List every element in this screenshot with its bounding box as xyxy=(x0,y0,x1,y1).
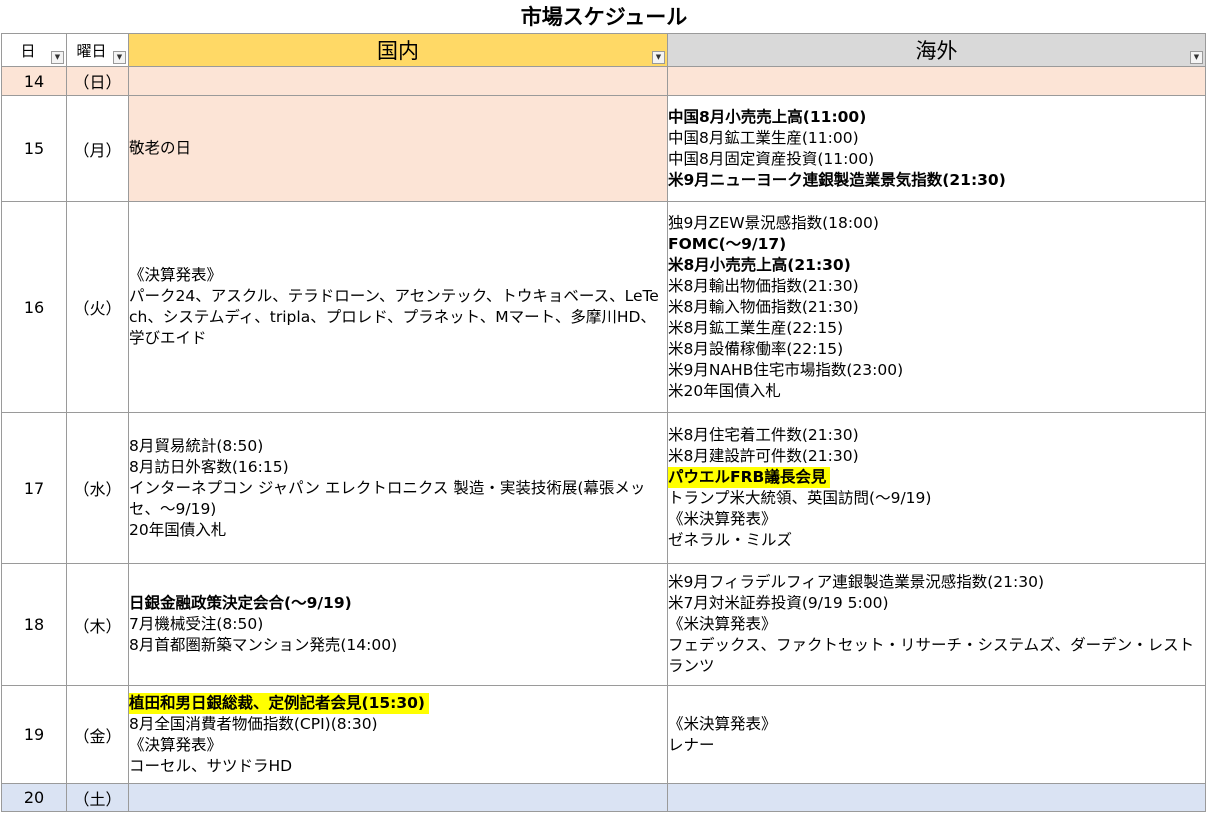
header-day-label: 日 xyxy=(20,41,36,60)
day-cell: 14 xyxy=(1,66,67,96)
event-line-important: FOMC(～9/17) xyxy=(668,234,787,253)
domestic-cell xyxy=(128,783,668,812)
header-weekday: 曜日 ▼ xyxy=(66,33,129,67)
event-line: 米8月輸入物価指数(21:30) xyxy=(668,297,859,316)
table-row: 14 （日） xyxy=(1,66,1206,96)
event-line: 8月貿易統計(8:50) xyxy=(129,436,264,455)
event-line-important: 中国8月小売売上高(11:00) xyxy=(668,107,867,126)
event-line: トランプ米大統領、英国訪問(～9/19) xyxy=(668,489,932,507)
event-line: 独9月ZEW景況感指数(18:00) xyxy=(668,213,879,232)
filter-dropdown-icon[interactable]: ▼ xyxy=(652,51,665,64)
event-line: フェデックス、ファクトセット・リサーチ・システムズ、ダーデン・レストランツ xyxy=(668,636,1195,675)
domestic-cell: 《決算発表》 パーク24、アスクル、テラドローン、アセンテック、トウキョベース、… xyxy=(128,201,668,413)
event-line: ゼネラル・ミルズ xyxy=(668,531,793,549)
event-line: コーセル、サツドラHD xyxy=(129,756,293,775)
event-line: 米8月設備稼働率(22:15) xyxy=(668,339,844,358)
header-row: 日 ▼ 曜日 ▼ 国内 ▼ 海外 ▼ xyxy=(1,33,1206,67)
overseas-cell: 米8月住宅着工件数(21:30) 米8月建設許可件数(21:30) パウエルFR… xyxy=(667,412,1206,564)
domestic-cell: 敬老の日 xyxy=(128,95,668,202)
event-line: 米7月対米証券投資(9/19 5:00) xyxy=(668,594,889,612)
event-line: 敬老の日 xyxy=(129,139,192,157)
day-cell: 17 xyxy=(1,412,67,564)
event-line: 8月首都圏新築マンション発売(14:00) xyxy=(129,636,398,654)
overseas-cell: 中国8月小売売上高(11:00) 中国8月鉱工業生産(11:00) 中国8月固定… xyxy=(667,95,1206,202)
event-line-important: 米8月小売売上高(21:30) xyxy=(668,255,851,274)
table-row: 20 （土） xyxy=(1,783,1206,812)
event-line: レナー xyxy=(668,735,715,754)
domestic-cell: 8月貿易統計(8:50) 8月訪日外客数(16:15) インターネプコン ジャパ… xyxy=(128,412,668,564)
event-line: 8月全国消費者物価指数(CPI)(8:30) xyxy=(129,714,378,733)
overseas-cell: 独9月ZEW景況感指数(18:00) FOMC(～9/17) 米8月小売売上高(… xyxy=(667,201,1206,413)
event-line: 米9月NAHB住宅市場指数(23:00) xyxy=(668,360,904,379)
weekday-cell: （月） xyxy=(66,95,129,202)
schedule-table: 日 ▼ 曜日 ▼ 国内 ▼ 海外 ▼ 14 （日） 15 （月） 敬老の日 中国… xyxy=(1,33,1206,812)
weekday-cell: （火） xyxy=(66,201,129,413)
event-line: 米8月住宅着工件数(21:30) xyxy=(668,426,859,444)
event-line: 米8月建設許可件数(21:30) xyxy=(668,447,859,465)
overseas-cell: 《米決算発表》 レナー xyxy=(667,685,1206,784)
filter-dropdown-icon[interactable]: ▼ xyxy=(113,51,126,64)
event-line-highlighted: 植田和男日銀総裁、定例記者会見(15:30) xyxy=(129,692,430,714)
header-domestic: 国内 ▼ xyxy=(128,33,668,67)
event-line: 《米決算発表》 xyxy=(668,510,777,528)
event-line: パーク24、アスクル、テラドローン、アセンテック、トウキョベース、LeTech、… xyxy=(129,287,659,347)
overseas-cell: 米9月フィラデルフィア連銀製造業景況感指数(21:30) 米7月対米証券投資(9… xyxy=(667,563,1206,686)
weekday-cell: （木） xyxy=(66,563,129,686)
weekday-cell: （土） xyxy=(66,783,129,812)
table-row: 18 （木） 日銀金融政策決定会合(～9/19) 7月機械受注(8:50) 8月… xyxy=(1,563,1206,686)
filter-dropdown-icon[interactable]: ▼ xyxy=(1190,51,1203,64)
header-weekday-label: 曜日 xyxy=(76,41,107,60)
event-line: 米20年国債入札 xyxy=(668,381,781,400)
table-row: 16 （火） 《決算発表》 パーク24、アスクル、テラドローン、アセンテック、ト… xyxy=(1,201,1206,413)
event-line-highlighted: パウエルFRB議長会見 xyxy=(668,467,831,488)
domestic-cell xyxy=(128,66,668,96)
event-line: 《米決算発表》 xyxy=(668,615,777,633)
event-line: インターネプコン ジャパン エレクトロニクス 製造・実装技術展(幕張メッセ、～9… xyxy=(129,478,646,518)
event-line-important: 日銀金融政策決定会合(～9/19) xyxy=(129,594,352,612)
header-day: 日 ▼ xyxy=(1,33,67,67)
day-cell: 18 xyxy=(1,563,67,686)
table-row: 17 （水） 8月貿易統計(8:50) 8月訪日外客数(16:15) インターネ… xyxy=(1,412,1206,564)
header-overseas-label: 海外 xyxy=(915,39,958,63)
page-title: 市場スケジュール xyxy=(520,5,688,29)
day-cell: 19 xyxy=(1,685,67,784)
overseas-cell xyxy=(667,783,1206,812)
table-row: 15 （月） 敬老の日 中国8月小売売上高(11:00) 中国8月鉱工業生産(1… xyxy=(1,95,1206,202)
event-line: 米8月鉱工業生産(22:15) xyxy=(668,318,844,337)
event-line: 米8月輸出物価指数(21:30) xyxy=(668,276,859,295)
event-line: 20年国債入札 xyxy=(129,520,227,539)
weekday-cell: （水） xyxy=(66,412,129,564)
event-line: 7月機械受注(8:50) xyxy=(129,615,264,633)
event-line: 中国8月鉱工業生産(11:00) xyxy=(668,128,859,147)
domestic-cell: 植田和男日銀総裁、定例記者会見(15:30) 8月全国消費者物価指数(CPI)(… xyxy=(128,685,668,784)
event-line: 《米決算発表》 xyxy=(668,714,777,733)
header-overseas: 海外 ▼ xyxy=(667,33,1206,67)
event-line: 8月訪日外客数(16:15) xyxy=(129,457,289,476)
overseas-cell xyxy=(667,66,1206,96)
domestic-cell: 日銀金融政策決定会合(～9/19) 7月機械受注(8:50) 8月首都圏新築マン… xyxy=(128,563,668,686)
day-cell: 15 xyxy=(1,95,67,202)
event-line: 《決算発表》 xyxy=(129,266,223,284)
day-cell: 20 xyxy=(1,783,67,812)
event-line: 《決算発表》 xyxy=(129,735,223,754)
header-domestic-label: 国内 xyxy=(377,39,419,63)
weekday-cell: （金） xyxy=(66,685,129,784)
table-row: 19 （金） 植田和男日銀総裁、定例記者会見(15:30) 8月全国消費者物価指… xyxy=(1,685,1206,784)
event-line: 米9月フィラデルフィア連銀製造業景況感指数(21:30) xyxy=(668,573,1045,591)
event-line-important: 米9月ニューヨーク連銀製造業景気指数(21:30) xyxy=(668,170,1006,189)
day-cell: 16 xyxy=(1,201,67,413)
weekday-cell: （日） xyxy=(66,66,129,96)
event-line: 中国8月固定資産投資(11:00) xyxy=(668,149,875,168)
filter-dropdown-icon[interactable]: ▼ xyxy=(51,51,64,64)
